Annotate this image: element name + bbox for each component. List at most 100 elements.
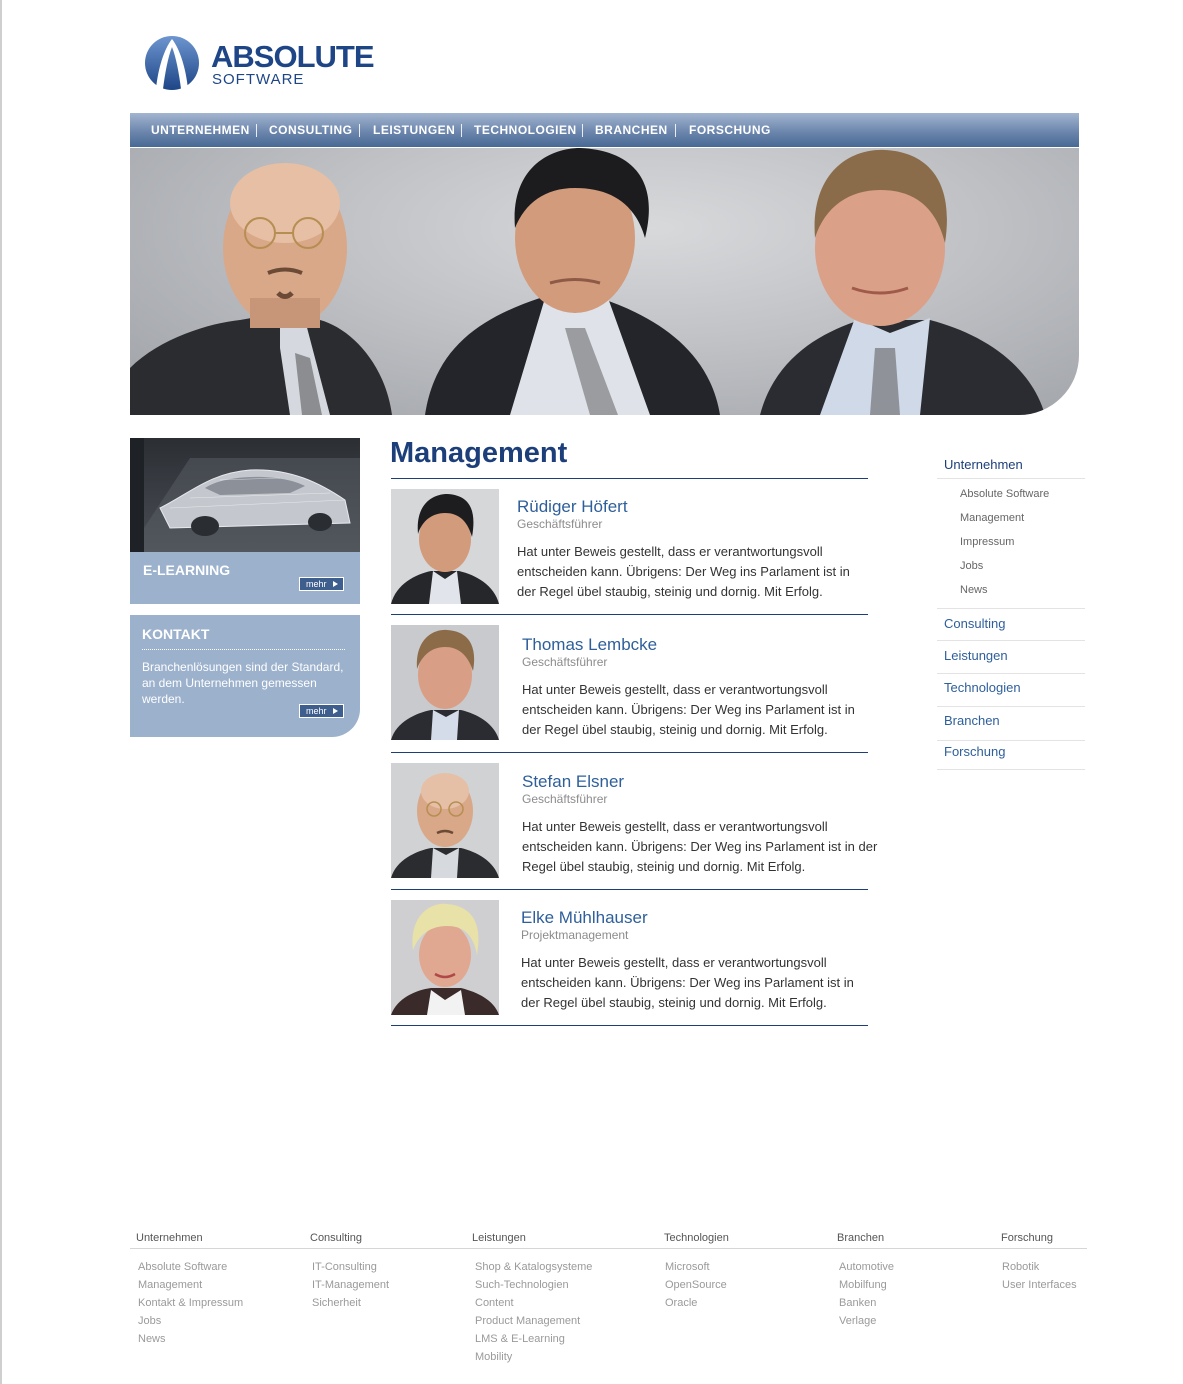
nav-separator [461,124,462,137]
nav-separator [582,124,583,137]
main-navigation: UNTERNEHMEN CONSULTING LEISTUNGEN TECHNO… [130,113,1079,148]
footer-link[interactable]: Product Management [475,1315,580,1327]
footer-link[interactable]: Sicherheit [312,1297,361,1309]
person-description: Hat unter Beweis gestellt, dass er veran… [522,819,878,874]
person-role: Geschäftsführer [522,655,608,669]
person-role: Projektmanagement [521,928,629,942]
contact-text: Branchenlösungen sind der Standard, an d… [142,660,344,706]
footer-link[interactable]: LMS & E-Learning [475,1333,565,1345]
hero-portraits-illustration [130,148,1045,415]
footer-link[interactable]: Shop & Katalogsysteme [475,1261,592,1273]
person-role: Geschäftsführer [517,517,603,531]
footer-heading-branchen[interactable]: Branchen [837,1232,884,1244]
page-title: Management [390,437,568,469]
logo-subtitle: SOFTWARE [212,71,305,88]
rnav-item-technologien[interactable]: Technologien [937,674,1085,707]
footer-link[interactable]: Absolute Software [138,1261,227,1273]
person-photo [391,625,499,740]
footer-heading-technologien[interactable]: Technologien [664,1232,729,1244]
footer-link[interactable]: Robotik [1002,1261,1039,1273]
rnav-subitem-absolute-software[interactable]: Absolute Software [960,488,1049,500]
person-description: Hat unter Beweis gestellt, dass er veran… [517,544,850,599]
rnav-subitem-jobs[interactable]: Jobs [960,560,983,572]
footer-link[interactable]: IT-Consulting [312,1261,377,1273]
person-photo [391,489,499,604]
rnav-subitem-management[interactable]: Management [960,512,1024,524]
footer-link[interactable]: Automotive [839,1261,894,1273]
rnav-subitem-news[interactable]: News [960,584,988,596]
nav-separator [359,124,360,137]
nav-item-consulting[interactable]: CONSULTING [269,123,352,138]
person-description: Hat unter Beweis gestellt, dass er veran… [521,955,854,1010]
person-name: Thomas Lembcke [522,635,658,654]
elearning-image [130,438,360,552]
nav-item-unternehmen[interactable]: UNTERNEHMEN [151,123,250,138]
person-divider [391,614,868,615]
footer-link[interactable]: Content [475,1297,514,1309]
footer-link[interactable]: Mobility [475,1351,512,1363]
footer-link[interactable]: Banken [839,1297,876,1309]
portrait-blond-hair [391,625,499,740]
more-label: mehr [306,579,327,589]
rnav-item-branchen[interactable]: Branchen [937,707,1085,741]
person-photo [391,763,499,878]
rnav-item-consulting[interactable]: Consulting [937,609,1085,641]
footer-link[interactable]: OpenSource [665,1279,727,1291]
rnav-label: Unternehmen [944,457,1023,472]
footer-link[interactable]: Management [138,1279,202,1291]
footer-divider [130,1248,1087,1249]
rnav-label: Branchen [944,713,1000,728]
rnav-label: Leistungen [944,648,1008,663]
footer-heading-leistungen[interactable]: Leistungen [472,1232,526,1244]
nav-item-branchen[interactable]: BRANCHEN [595,123,668,138]
elearning-more-button[interactable]: mehr [299,577,344,591]
nav-separator [256,124,257,137]
hero-person-left [130,163,392,415]
nav-separator [675,124,676,137]
rnav-label: Forschung [944,744,1006,759]
person-role: Geschäftsführer [522,792,608,806]
person-photo [391,900,499,1015]
person-divider [391,889,868,890]
person-divider [391,1025,868,1026]
person-card: Elke Mühlhauser Projektmanagement Hat un… [391,900,881,1028]
rnav-item-forschung[interactable]: Forschung [937,741,1085,770]
person-card: Stefan Elsner Geschäftsführer Hat unter … [391,763,881,891]
contact-box[interactable]: KONTAKT Branchenlösungen sind der Standa… [130,615,360,737]
nav-item-leistungen[interactable]: LEISTUNGEN [373,123,455,138]
logo-title: ABSOLUTE [211,39,374,74]
contact-title: KONTAKT [142,626,210,642]
footer-link[interactable]: Verlage [839,1315,876,1327]
nav-item-forschung[interactable]: FORSCHUNG [689,123,771,138]
rnav-item-leistungen[interactable]: Leistungen [937,641,1085,674]
footer-link[interactable]: Oracle [665,1297,697,1309]
person-card: Rüdiger Höfert Geschäftsführer Hat unter… [391,489,881,616]
elearning-title: E-LEARNING [143,562,231,578]
logo[interactable]: ABSOLUTE SOFTWARE [144,35,404,93]
contact-more-button[interactable]: mehr [299,704,344,718]
rnav-subitem-impressum[interactable]: Impressum [960,536,1014,548]
footer-heading-unternehmen[interactable]: Unternehmen [136,1232,203,1244]
contact-divider [142,649,345,650]
footer-link[interactable]: Jobs [138,1315,161,1327]
portrait-blonde-woman [391,900,499,1015]
footer-link[interactable]: News [138,1333,166,1345]
footer-heading-consulting[interactable]: Consulting [310,1232,362,1244]
footer-link[interactable]: Kontakt & Impressum [138,1297,243,1309]
arrow-right-icon [333,581,338,587]
footer-link[interactable]: User Interfaces [1002,1279,1077,1291]
nav-item-technologien[interactable]: TECHNOLOGIEN [474,123,577,138]
more-label: mehr [306,706,327,716]
hero-person-right [760,149,1045,415]
title-divider [391,478,868,479]
footer-link[interactable]: IT-Management [312,1279,389,1291]
footer-link[interactable]: Microsoft [665,1261,710,1273]
rnav-label: Consulting [944,616,1006,631]
footer-heading-forschung[interactable]: Forschung [1001,1232,1053,1244]
footer-link[interactable]: Such-Technologien [475,1279,569,1291]
elearning-box[interactable]: E-LEARNING mehr [130,438,360,604]
rnav-item-unternehmen[interactable]: Unternehmen [937,450,1085,479]
portrait-bald-glasses [391,763,499,878]
footer-link[interactable]: Mobilfung [839,1279,887,1291]
car-wireframe-illustration [130,438,360,552]
